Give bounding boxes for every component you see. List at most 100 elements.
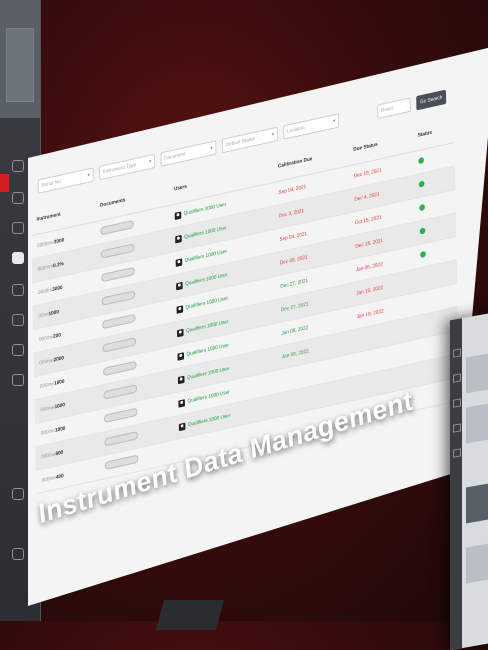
status-ok-icon [418,180,425,188]
user-badge-icon [178,422,186,431]
filter-document-label: Document [164,151,186,162]
settings-icon[interactable] [12,344,24,356]
filter-location-label: Location [286,124,305,135]
user-name[interactable]: Qualifiers 1000 User [186,319,229,334]
user-name[interactable]: Qualifiers 1000 User [186,342,229,357]
calibration-due-date: Dec 08, 2021 [279,254,308,267]
document-progress[interactable] [103,360,137,377]
instrument-prefix: 000me [39,357,54,367]
sidebar-active-indicator [0,174,9,192]
user-name[interactable]: Qualifiers 1000 User [184,225,227,240]
chevron-down-icon: ▾ [210,145,213,152]
document-icon[interactable] [12,252,24,264]
instrument-id: 800 [55,449,64,458]
chart-icon[interactable] [453,448,461,458]
calibration-due-date: Jan 08, 2022 [281,324,309,337]
instrument-prefix: 00ml [38,311,49,320]
reset-input[interactable]: Reset [377,97,411,120]
filter-serial[interactable]: Serial No. ▾ [37,167,94,194]
secondary-thumbnail[interactable] [466,480,488,524]
document-progress[interactable] [101,266,136,283]
status-ok-icon [418,156,424,165]
folder-icon[interactable] [12,192,24,204]
calibration-due-date: Jan 08, 2022 [281,348,309,361]
instrument-id: 1000 [54,402,65,411]
chart-icon[interactable] [12,284,24,296]
users-icon[interactable] [12,314,24,326]
secondary-thumbnail[interactable] [466,400,488,444]
due-status-date: Jan 18, 2022 [356,308,384,321]
chevron-down-icon: ▾ [271,131,275,139]
grid-icon[interactable] [453,398,461,408]
secondary-thumbnail[interactable] [466,350,488,394]
chevron-down-icon: ▾ [333,118,336,125]
instrument-prefix: 000me [41,474,56,484]
secondary-sidebar [450,318,462,650]
user-badge-icon [177,375,185,384]
document-progress[interactable] [104,407,138,424]
instrument-id: 0.3% [53,260,64,270]
document-icon[interactable] [453,423,461,433]
instrument-id: 200 [53,332,61,341]
user-badge-icon [175,257,182,267]
calibration-due-date: Dec 27, 2021 [280,301,309,314]
due-status-date: Dec 18, 2021 [353,167,382,180]
user-name[interactable]: Qualifiers 1000 User [184,202,227,217]
instrument-table-window: Serial No. ▾ Instrument Type ▾ Document ▾ D… [28,46,488,606]
user-name[interactable]: Qualifiers 1000 User [185,248,228,263]
filter-type-label: Instrument Type [102,161,137,176]
instrument-prefix: 000me [39,380,55,391]
secondary-thumbnail[interactable] [466,540,488,584]
instrument-table-content: Serial No. ▾ Instrument Type ▾ Document ▾ D… [30,77,460,495]
user-name[interactable]: Qualifiers 1000 User [185,272,228,287]
filter-type[interactable]: Instrument Type ▾ [99,153,156,181]
instrument-id: 1000 [48,309,59,318]
document-progress[interactable] [105,454,139,470]
instrument-id: 3000 [52,284,63,294]
user-name[interactable]: Qualifiers 1000 User [187,389,230,404]
logout-icon[interactable] [12,548,24,560]
document-progress[interactable] [102,337,137,353]
menu-icon[interactable] [453,348,461,358]
filter-location[interactable]: Location ▾ [283,113,340,140]
instrument-prefix: 0000me [37,239,54,250]
document-progress[interactable] [103,384,138,400]
filter-status[interactable]: Default Status ▾ [221,126,278,154]
search-button[interactable]: Go Search [416,89,447,111]
folder-icon[interactable] [453,373,461,383]
document-progress[interactable] [101,290,136,306]
user-name[interactable]: Qualifiers 1000 User [188,413,231,428]
sidebar-header-panel [0,0,40,118]
secondary-window [450,309,488,650]
instrument-prefix: 0000m [37,287,53,297]
instrument-id: 1000 [54,378,65,387]
document-progress[interactable] [104,430,139,447]
grid-icon[interactable] [12,222,24,234]
instrument-id: 3000 [53,237,65,246]
chevron-down-icon: ▾ [87,172,90,179]
due-status-date: Dec 4, 2021 [354,191,380,203]
document-progress[interactable] [100,219,135,236]
due-status-date: Dec 18, 2021 [355,237,384,250]
calibration-due-date: Sep 04, 2021 [279,230,308,244]
document-progress[interactable] [102,313,136,330]
user-name[interactable]: Qualifiers 1000 User [187,366,230,381]
user-badge-icon [176,328,184,337]
home-icon[interactable] [12,160,24,172]
due-status-date: Oct 15, 2021 [354,214,382,227]
sidebar-header-thumbnail [6,28,34,102]
chevron-down-icon: ▾ [148,158,152,166]
export-icon[interactable] [12,488,24,500]
status-ok-icon [419,203,425,212]
help-icon[interactable] [12,374,24,386]
filter-serial-label: Serial No. [41,178,62,189]
filter-status-label: Default Status [225,135,255,149]
due-status-date: Jan 15, 2022 [356,284,384,297]
filter-document[interactable]: Document ▾ [160,140,217,167]
device-edge [155,600,225,630]
user-badge-icon [178,398,185,408]
user-name[interactable]: Qualifiers 1000 User [186,295,229,310]
document-progress[interactable] [100,243,135,259]
calibration-due-date: Sep 04, 2021 [278,183,307,197]
user-badge-icon [174,211,182,220]
